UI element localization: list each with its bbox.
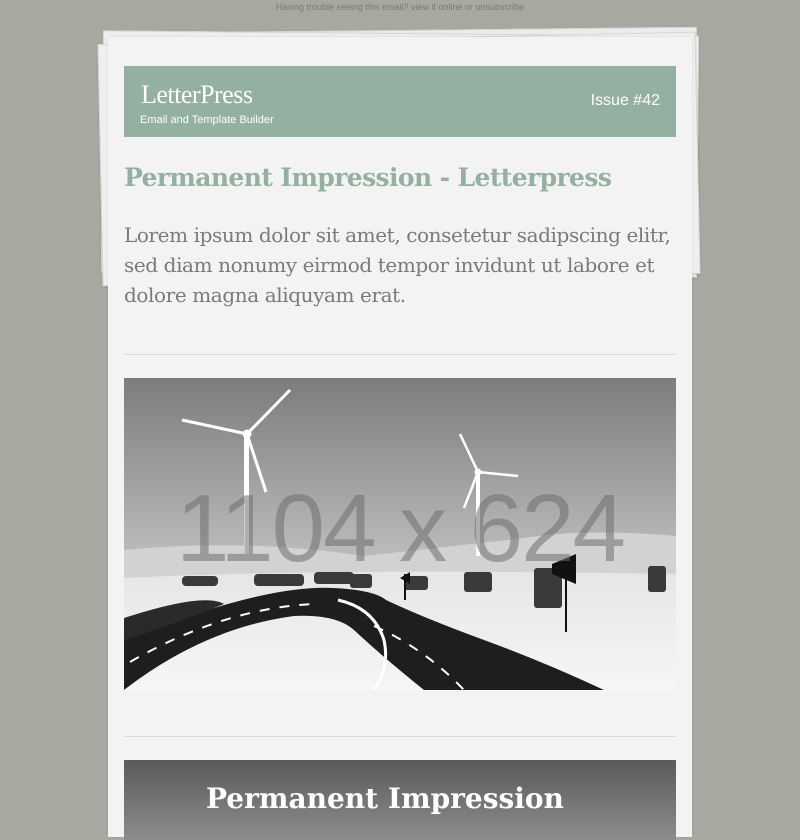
hero-image: 1104 x 624: [124, 378, 676, 690]
article-headline: Permanent Impression - Letterpress: [124, 163, 612, 192]
issue-number: Issue #42: [590, 92, 660, 109]
logo[interactable]: LetterPress: [141, 80, 253, 110]
divider: [124, 736, 676, 737]
email-header: LetterPress Email and Template Builder I…: [124, 66, 676, 137]
email-card: LetterPress Email and Template Builder I…: [108, 37, 692, 840]
image-placeholder-label: 1104 x 624: [176, 475, 626, 582]
banner-title: Permanent Impression: [206, 782, 564, 815]
article-lead: Lorem ipsum dolor sit amet, consetetur s…: [124, 223, 671, 307]
tagline: Email and Template Builder: [140, 114, 274, 126]
preheader-text[interactable]: Having trouble seeing this email? view i…: [0, 0, 800, 14]
banner-image: Permanent Impression: [124, 760, 676, 840]
divider: [124, 354, 676, 355]
